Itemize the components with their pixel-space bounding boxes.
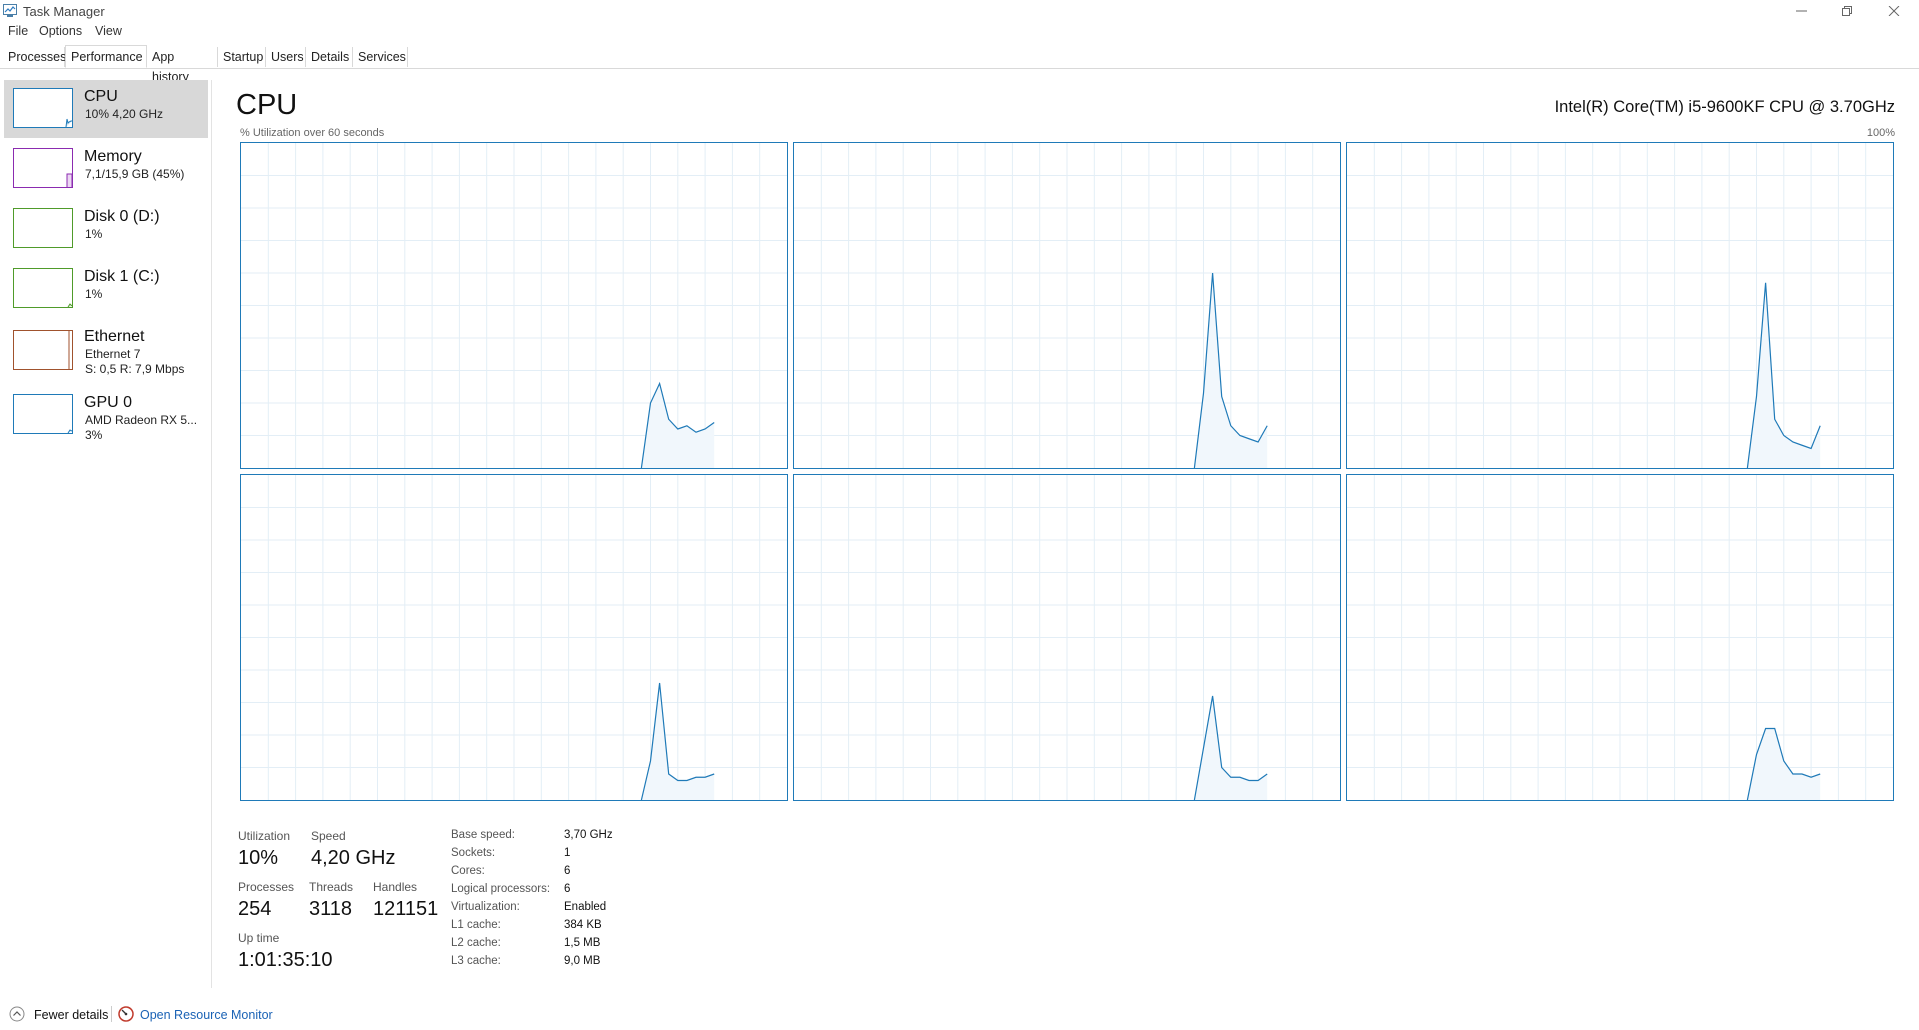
sidebar-item-detail: 10% 4,20 GHz <box>85 107 164 121</box>
spec-key: L1 cache: <box>451 919 501 931</box>
core-graph-6 <box>1346 474 1894 801</box>
menu-view[interactable]: View <box>95 24 122 38</box>
disk-0-thumbnail <box>13 208 73 248</box>
task-manager-icon <box>3 4 17 17</box>
graph-caption: % Utilization over 60 seconds <box>240 127 385 139</box>
core-graph-2 <box>793 142 1341 469</box>
sidebar-item-gpu[interactable]: GPU 0 AMD Radeon RX 5... 3% <box>4 386 208 444</box>
spec-value: 1 <box>564 847 571 859</box>
sidebar-item-disk-1[interactable]: Disk 1 (C:) 1% <box>4 260 208 318</box>
sidebar-item-label: Memory <box>84 148 142 165</box>
tab-processes[interactable]: Processes <box>3 47 66 67</box>
sidebar-item-throughput: S: 0,5 R: 7,9 Mbps <box>85 362 185 376</box>
handles-value: 121151 <box>373 898 439 920</box>
threads-value: 3118 <box>309 898 353 920</box>
sidebar-item-ethernet[interactable]: Ethernet Ethernet 7 S: 0,5 R: 7,9 Mbps <box>4 320 208 378</box>
core-graph-4 <box>240 474 788 801</box>
sidebar-item-cpu[interactable]: CPU 10% 4,20 GHz <box>4 80 208 138</box>
core-graph-1 <box>240 142 788 469</box>
restore-button[interactable] <box>1826 0 1870 22</box>
core-graph-svg <box>1347 143 1893 468</box>
core-graph-3 <box>1346 142 1894 469</box>
spec-key: Base speed: <box>451 829 515 841</box>
spec-key: Sockets: <box>451 847 496 859</box>
tab-details[interactable]: Details <box>306 47 353 67</box>
menu-file[interactable]: File <box>8 24 28 38</box>
sidebar-item-label: Disk 0 (D:) <box>84 208 160 225</box>
spec-value: 9,0 MB <box>564 955 601 967</box>
spec-value: Enabled <box>564 901 607 913</box>
spec-value: 3,70 GHz <box>564 829 613 841</box>
spec-key: L3 cache: <box>451 955 501 967</box>
processes-label: Processes <box>238 880 295 894</box>
gpu-thumbnail <box>13 394 73 434</box>
footer-bar: Fewer details Open Resource Monitor <box>0 998 1919 1030</box>
sidebar-item-detail: 1% <box>85 287 103 301</box>
resource-monitor-icon <box>118 1006 134 1022</box>
menu-options[interactable]: Options <box>39 24 82 38</box>
tab-startup[interactable]: Startup <box>218 47 266 67</box>
ethernet-thumbnail <box>13 330 73 370</box>
sidebar-item-detail: Ethernet 7 <box>85 347 141 361</box>
window-title: Task Manager <box>23 4 105 19</box>
speed-value: 4,20 GHz <box>311 847 396 869</box>
cpu-model-name: Intel(R) Core(TM) i5-9600KF CPU @ 3.70GH… <box>1554 98 1895 116</box>
core-graph-svg <box>241 475 787 800</box>
utilization-value: 10% <box>238 847 279 869</box>
handles-label: Handles <box>373 880 418 894</box>
tab-strip: Processes Performance App history Startu… <box>0 45 1919 84</box>
sidebar-item-usage: 3% <box>85 428 103 442</box>
minimize-icon <box>1796 10 1807 12</box>
resource-sidebar: CPU 10% 4,20 GHz Memory 7,1/15,9 GB (45%… <box>0 80 212 988</box>
uptime-label: Up time <box>238 931 280 945</box>
spec-value: 6 <box>564 865 571 877</box>
spec-value: 1,5 MB <box>564 937 601 949</box>
tab-services[interactable]: Services <box>353 47 408 67</box>
graph-max-label: 100% <box>1866 127 1895 139</box>
threads-label: Threads <box>309 880 354 894</box>
minimize-button[interactable] <box>1780 0 1824 22</box>
sidebar-item-label: Ethernet <box>84 328 145 345</box>
sidebar-item-detail: 7,1/15,9 GB (45%) <box>85 167 185 181</box>
title-bar: Task Manager <box>0 0 1919 22</box>
core-graph-svg <box>1347 475 1893 800</box>
speed-label: Speed <box>311 829 346 843</box>
close-icon <box>1888 6 1900 16</box>
tab-app-history[interactable]: App history <box>147 47 218 84</box>
close-button[interactable] <box>1872 0 1916 22</box>
cpu-thumbnail <box>13 88 73 128</box>
spec-key: L2 cache: <box>451 937 501 949</box>
utilization-label: Utilization <box>238 829 291 843</box>
sidebar-item-label: CPU <box>84 88 118 105</box>
chevron-up-circle-icon[interactable] <box>9 1006 25 1022</box>
tab-performance[interactable]: Performance <box>65 45 147 68</box>
sidebar-item-memory[interactable]: Memory 7,1/15,9 GB (45%) <box>4 140 208 198</box>
page-title: CPU <box>236 89 298 121</box>
sidebar-item-detail: AMD Radeon RX 5... <box>85 413 198 427</box>
core-graph-5 <box>793 474 1341 801</box>
core-graph-svg <box>241 143 787 468</box>
spec-value: 384 KB <box>564 919 602 931</box>
spec-key: Virtualization: <box>451 901 520 913</box>
core-graph-svg <box>794 143 1340 468</box>
sidebar-item-label: GPU 0 <box>84 394 133 411</box>
spec-value: 6 <box>564 883 571 895</box>
processes-value: 254 <box>238 898 272 920</box>
disk-1-thumbnail <box>13 268 73 308</box>
core-graph-svg <box>794 475 1340 800</box>
open-resource-monitor-link[interactable]: Open Resource Monitor <box>140 1008 273 1022</box>
spec-key: Logical processors: <box>451 883 551 895</box>
memory-thumbnail <box>13 148 73 188</box>
sidebar-item-detail: 1% <box>85 227 103 241</box>
fewer-details-link[interactable]: Fewer details <box>34 1008 108 1022</box>
footer-divider <box>111 1006 112 1022</box>
uptime-value: 1:01:35:10 <box>238 949 333 971</box>
spec-key: Cores: <box>451 865 485 877</box>
restore-icon <box>1842 6 1852 16</box>
sidebar-item-disk-0[interactable]: Disk 0 (D:) 1% <box>4 200 208 258</box>
sidebar-item-label: Disk 1 (C:) <box>84 268 160 285</box>
tab-users[interactable]: Users <box>266 47 306 67</box>
